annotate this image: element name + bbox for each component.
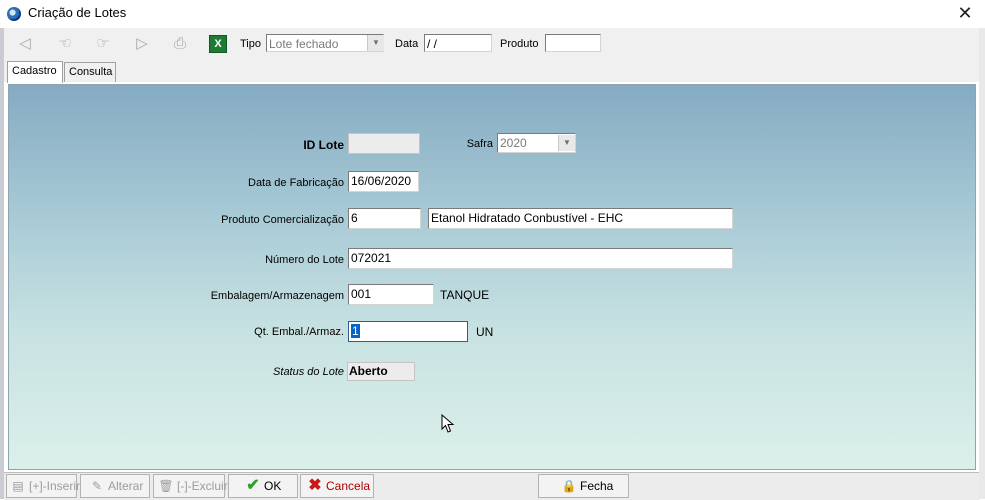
alterar-label: Alterar xyxy=(108,479,144,493)
data-label: Data xyxy=(395,38,419,50)
safra-label: Safra xyxy=(466,138,493,150)
window-title: Criação de Lotes xyxy=(28,5,127,20)
print-button[interactable]: ⎙ xyxy=(168,33,192,55)
cancela-button[interactable]: ✖ Cancela xyxy=(300,474,374,498)
safra-value: 2020 xyxy=(500,136,527,150)
app-icon xyxy=(7,7,21,21)
x-cancel-icon: ✖ xyxy=(308,477,322,494)
excluir-label: [-]-Excluir xyxy=(177,479,228,493)
status-lote-value: Aberto xyxy=(347,362,415,381)
cancela-label: Cancela xyxy=(326,479,371,493)
tab-cadastro[interactable]: Cadastro xyxy=(7,61,63,83)
title-bar xyxy=(0,0,985,28)
excel-export-icon[interactable]: X xyxy=(209,35,227,53)
embalagem-code-field[interactable]: 001 xyxy=(348,284,434,305)
safra-chevron-down-icon[interactable]: ▼ xyxy=(558,135,575,151)
mouse-cursor-icon xyxy=(441,414,455,433)
qt-embal-label: Qt. Embal./Armaz. xyxy=(254,326,344,338)
excluir-button[interactable]: 🗑 [-]-Excluir xyxy=(153,474,228,498)
inserir-button[interactable]: ▤ [+]-Inserir xyxy=(6,474,81,498)
status-lote-label: Status do Lote xyxy=(273,366,344,378)
numero-lote-field[interactable]: 072021 xyxy=(348,248,733,269)
arrow-forward-icon: ▷ xyxy=(136,35,148,52)
back-button[interactable]: ◁ xyxy=(13,33,37,55)
tab-strip xyxy=(4,60,979,82)
bottom-action-bar xyxy=(4,472,979,500)
qt-embal-field[interactable]: 1 xyxy=(348,321,468,342)
numero-lote-label: Número do Lote xyxy=(265,254,344,266)
next-button[interactable]: ☞ xyxy=(91,33,115,55)
data-fabricacao-label: Data de Fabricação xyxy=(248,177,344,189)
edit-icon: ✎ xyxy=(91,479,103,493)
embalagem-description: TANQUE xyxy=(440,288,490,302)
id-lote-field xyxy=(348,133,420,154)
background-window-edge xyxy=(0,28,4,499)
inserir-label: [+]-Inserir xyxy=(29,479,81,493)
data-field[interactable]: / / xyxy=(424,34,492,52)
tab-consulta[interactable]: Consulta xyxy=(64,62,116,82)
alterar-button[interactable]: ✎ Alterar xyxy=(80,474,150,498)
window-right-edge xyxy=(979,28,985,499)
printer-icon: ⎙ xyxy=(173,35,186,52)
ok-label: OK xyxy=(264,479,282,493)
produto-label: Produto xyxy=(500,38,539,50)
tab-consulta-label: Consulta xyxy=(69,66,113,78)
produto-code-field[interactable]: 6 xyxy=(348,208,421,229)
fecha-button[interactable]: 🔒 Fecha xyxy=(538,474,629,498)
produto-comercializacao-label: Produto Comercialização xyxy=(221,214,344,226)
id-lote-label: ID Lote xyxy=(303,138,344,152)
data-value: / / xyxy=(427,37,438,51)
padlock-icon: 🔒 xyxy=(561,479,577,493)
insert-icon: ▤ xyxy=(12,479,24,493)
produto-description-field[interactable]: Etanol Hidratado Conbustível - EHC xyxy=(428,208,733,229)
close-button[interactable]: ✕ xyxy=(952,3,978,25)
arrow-back-icon: ◁ xyxy=(19,35,31,52)
produto-field[interactable] xyxy=(545,34,601,52)
ok-button[interactable]: ✔ OK xyxy=(228,474,298,498)
checkmark-icon: ✔ xyxy=(246,477,260,494)
fecha-label: Fecha xyxy=(580,479,614,493)
qt-unit: UN xyxy=(476,325,494,339)
embalagem-label: Embalagem/Armazenagem xyxy=(210,290,344,302)
chevron-down-icon[interactable]: ▼ xyxy=(367,35,384,51)
forward-button[interactable]: ▷ xyxy=(130,33,154,55)
qt-embal-value: 1 xyxy=(351,324,360,338)
trash-icon: 🗑 xyxy=(158,479,174,493)
hand-point-right-icon: ☞ xyxy=(96,35,110,52)
tab-cadastro-label: Cadastro xyxy=(12,65,57,77)
tipo-value: Lote fechado xyxy=(269,37,339,51)
hand-point-left-icon: ☜ xyxy=(58,35,72,52)
previous-button[interactable]: ☜ xyxy=(53,33,77,55)
tipo-label: Tipo xyxy=(240,38,261,50)
data-fabricacao-field[interactable]: 16/06/2020 xyxy=(348,171,419,192)
